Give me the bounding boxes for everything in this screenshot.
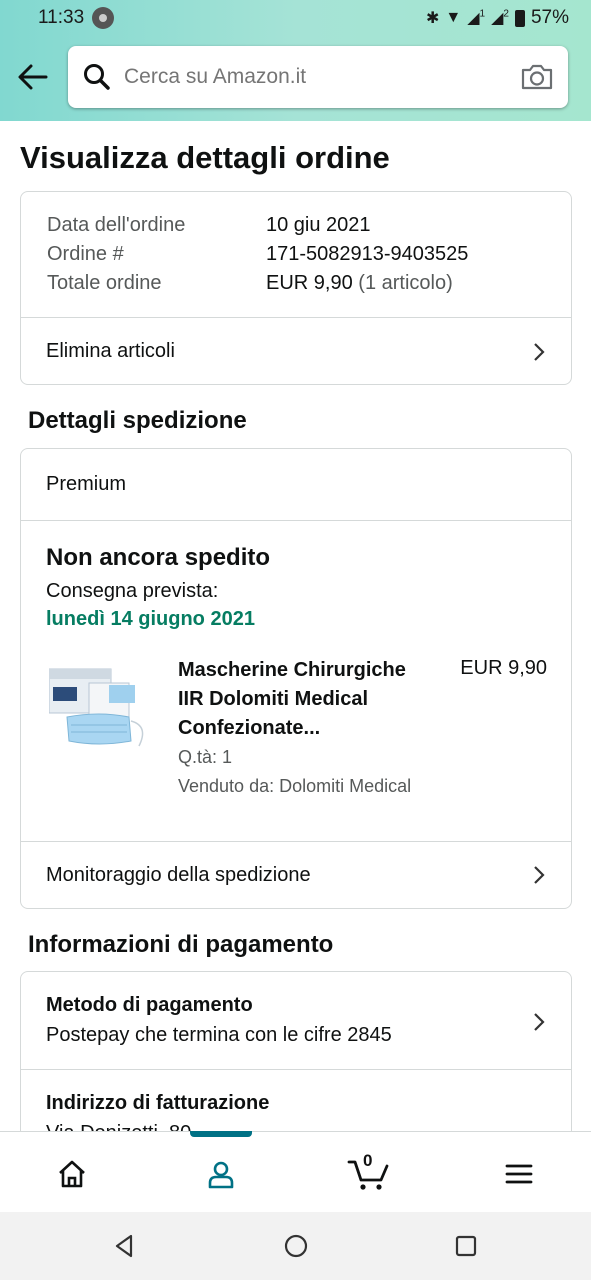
system-back-icon[interactable]: [111, 1232, 139, 1260]
product-seller: Venduto da: Dolomiti Medical: [178, 776, 412, 796]
order-summary-table: Data dell'ordine 10 giu 2021 Ordine # 17…: [21, 191, 494, 318]
battery-level: 57%: [530, 7, 569, 28]
tracking-label: Monitoraggio della spedizione: [46, 863, 311, 886]
delete-items-label: Elimina articoli: [46, 340, 175, 362]
status-bar: 11:33 ✱ ▼ ◢1 ◢2 57%: [0, 0, 591, 36]
search-icon: [84, 64, 110, 90]
payment-method-value: Postepay che termina con le cifre 2845: [46, 1024, 392, 1046]
home-icon: [59, 1160, 85, 1188]
wifi-icon: ▼: [445, 9, 462, 26]
chevron-right-icon: [534, 1013, 545, 1031]
order-date-value: 10 giu 2021: [266, 214, 371, 236]
shipping-method: Premium: [46, 473, 127, 495]
nav-cart[interactable]: 0: [346, 1151, 390, 1194]
system-nav-bar: [0, 1212, 591, 1280]
bluetooth-icon: ✱: [425, 10, 440, 27]
signal-icon: ◢1: [467, 8, 486, 27]
tracking-row[interactable]: Monitoraggio della spedizione: [21, 842, 571, 908]
account-icon: [208, 1161, 234, 1189]
nav-account[interactable]: [201, 1154, 241, 1194]
hamburger-menu-icon: [505, 1164, 533, 1184]
cart-count: 0: [363, 1151, 373, 1170]
active-tab-indicator: [190, 1131, 252, 1137]
search-input[interactable]: [124, 65, 520, 89]
order-number-value: 171-5082913-9403525: [266, 243, 469, 265]
payment-method-row[interactable]: Metodo di pagamento Postepay che termina…: [21, 972, 571, 1070]
order-summary-card: Data dell'ordine 10 giu 2021 Ordine # 17…: [20, 191, 572, 385]
shipment-status: Non ancora spedito: [46, 544, 271, 571]
product-title[interactable]: Mascherine Chirurgiche IIR Dolomiti Medi…: [178, 656, 433, 743]
sim1-label: 1: [479, 8, 486, 20]
payment-method-label: Metodo di pagamento: [46, 994, 253, 1016]
shipping-card: Premium Non ancora spedito Consegna prev…: [20, 448, 572, 909]
order-total-label: Totale ordine: [47, 272, 162, 294]
sim2-label: 2: [503, 8, 509, 20]
battery-icon: [514, 9, 525, 27]
signal-icon: ◢2: [491, 8, 509, 27]
delete-items-row[interactable]: Elimina articoli: [21, 318, 571, 385]
back-arrow-icon[interactable]: [16, 60, 50, 94]
product-quantity: Q.tà: 1: [178, 747, 233, 767]
system-recents-icon[interactable]: [452, 1232, 480, 1260]
shipment-block: Non ancora spedito Consegna prevista: lu…: [21, 521, 571, 842]
camera-icon[interactable]: [520, 63, 554, 91]
order-total-value: EUR 9,90: [266, 272, 353, 294]
order-date-label: Data dell'ordine: [47, 214, 186, 236]
nav-menu[interactable]: [499, 1154, 539, 1194]
order-item-count: (1 articolo): [358, 272, 453, 294]
billing-address-label: Indirizzo di fatturazione: [46, 1092, 270, 1114]
chevron-right-icon: [534, 866, 545, 884]
app-header: 11:33 ✱ ▼ ◢1 ◢2 57%: [0, 0, 591, 121]
shipping-section-title: Dettagli spedizione: [28, 407, 247, 434]
expected-delivery-date: lunedì 14 giugno 2021: [46, 608, 255, 630]
search-bar[interactable]: [68, 46, 568, 108]
notification-icon: [92, 7, 115, 29]
chevron-right-icon: [534, 342, 545, 361]
payment-section-title: Informazioni di pagamento: [28, 931, 334, 958]
order-number-label: Ordine #: [47, 243, 124, 265]
product-image[interactable]: [49, 661, 151, 756]
page-title: Visualizza dettagli ordine: [20, 140, 390, 175]
product-price: EUR 9,90: [460, 657, 547, 679]
system-home-icon[interactable]: [282, 1232, 310, 1260]
status-time: 11:33: [38, 7, 85, 28]
nav-home[interactable]: [52, 1154, 92, 1194]
expected-delivery-label: Consegna prevista:: [46, 580, 219, 602]
bottom-nav-bar: 0: [0, 1131, 591, 1211]
